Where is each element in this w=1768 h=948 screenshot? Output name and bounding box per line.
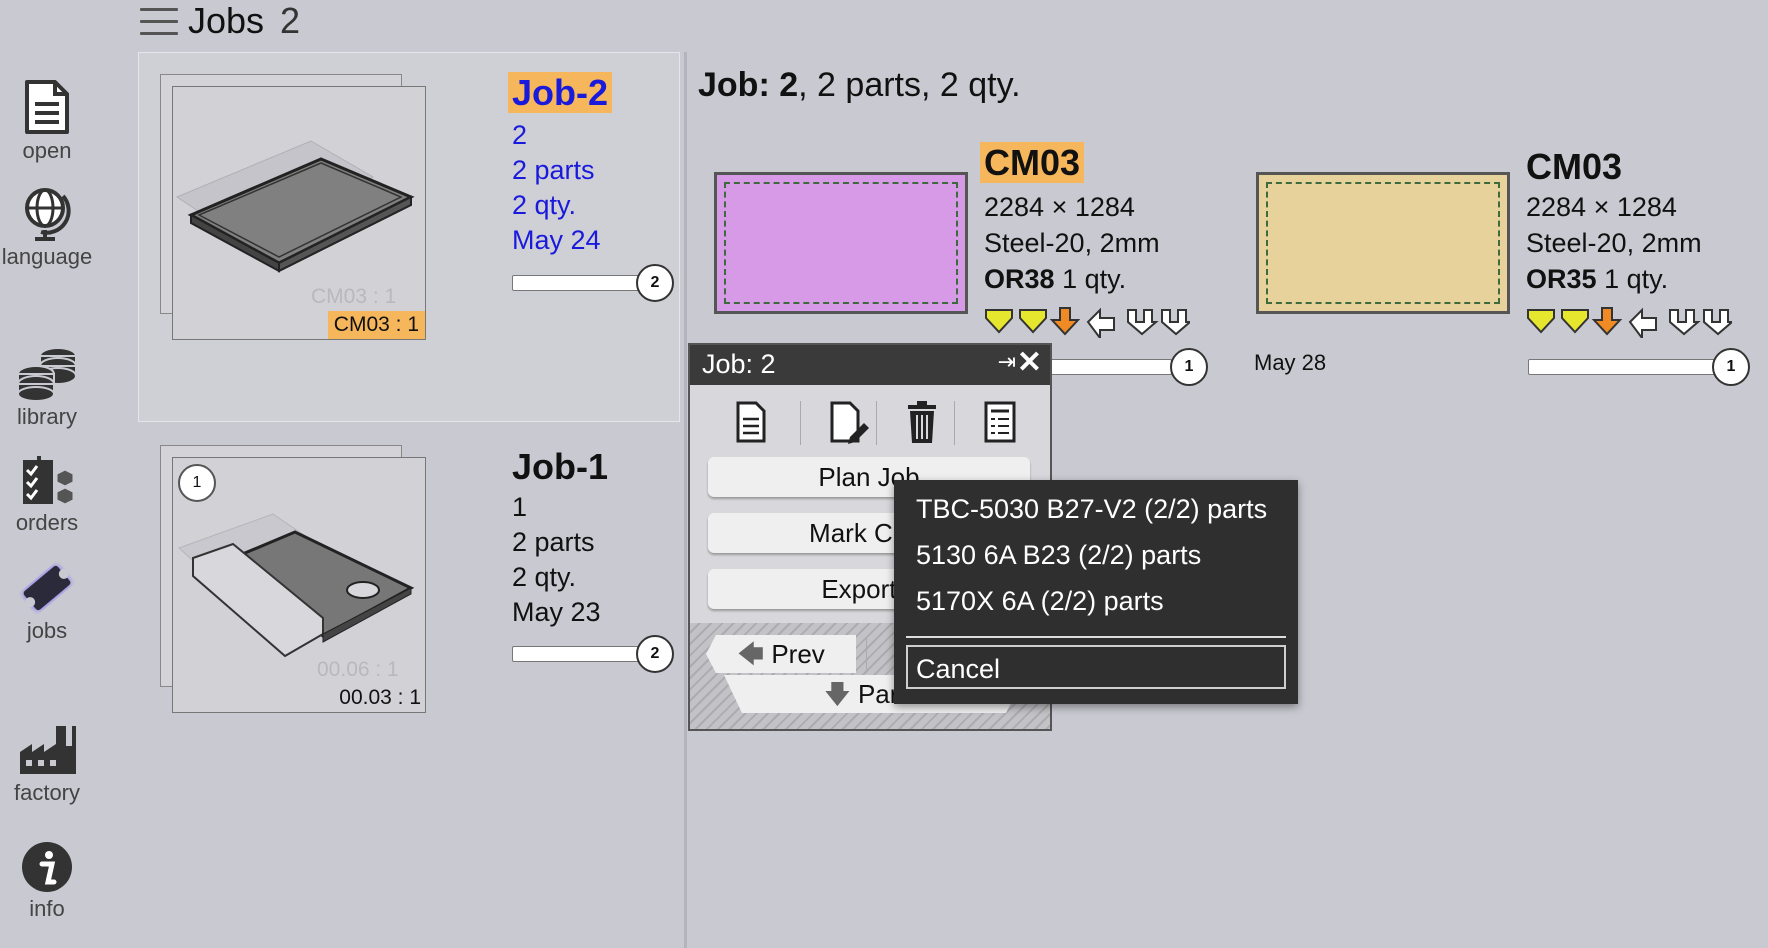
part-name-text: CM03 (980, 142, 1085, 183)
job-name-text: Job-2 (508, 72, 613, 113)
job-progress-knob[interactable]: 2 (636, 635, 674, 673)
plate-cut-outline (724, 182, 958, 304)
prev-label: Prev (771, 639, 825, 669)
thumbnail-count-badge: 1 (178, 464, 216, 502)
sidebar-label: orders (15, 510, 79, 535)
detail-title-prefix: Job: (698, 66, 770, 104)
part-order-qty: 1 qty. (1062, 264, 1127, 294)
job-progress-bar (512, 646, 640, 662)
ticket-icon (23, 565, 71, 611)
edit-document-button[interactable] (810, 397, 890, 447)
job-thumbnail[interactable]: CM03 : 1 CM03 : 1 (172, 86, 426, 340)
job-number: 2 (512, 120, 528, 150)
job-number: 1 (512, 492, 528, 522)
detail-title-number: 2 (779, 66, 799, 104)
document-icon (25, 80, 69, 134)
sidebar-item-orders[interactable]: orders (0, 452, 94, 536)
arrow-down-icon: 🡇 (824, 679, 851, 709)
sidebar-item-info[interactable]: info (0, 840, 94, 922)
sidebar-label: library (17, 404, 77, 429)
toolbar-separator (866, 637, 867, 673)
document-icon (736, 401, 766, 443)
edit-document-icon (830, 401, 869, 444)
job-date: May 24 (512, 225, 601, 255)
thumbnail-label-faint: 00.06 : 1 (317, 658, 399, 681)
plate-cut-outline (1266, 182, 1500, 304)
detail-title: Job: 2, 2 parts, 2 qty. (698, 66, 1021, 105)
sidebar-item-jobs[interactable]: jobs (0, 560, 94, 644)
popup-titlebar[interactable]: Job: 2 ⇥ ✕ (690, 345, 1050, 385)
report-icon (984, 401, 1016, 443)
pin-icon[interactable]: ⇥ (998, 349, 1016, 375)
sidebar-label: jobs (26, 618, 68, 643)
arrow-left-icon: 🡄 (737, 639, 765, 669)
part-size: 2284 × 1284 (1526, 192, 1677, 222)
popup-title: Job: 2 (702, 349, 776, 379)
thumbnail-label: 00.03 : 1 (339, 686, 421, 709)
part-plate-preview[interactable] (714, 172, 968, 314)
part-order: OR38 1 qty. (984, 264, 1126, 295)
close-icon[interactable]: ✕ (1017, 345, 1042, 380)
sidebar-label: open (22, 138, 72, 163)
sidebar-label: language (1, 244, 93, 269)
open-document-button[interactable] (710, 397, 790, 447)
menu-cancel-button[interactable]: Cancel (906, 645, 1286, 689)
job-progress-bar (512, 275, 640, 291)
job-parts: 2 parts (512, 155, 595, 185)
plan-job-context-menu: TBC-5030 B27-V2 (2/2) parts 5130 6A B23 … (894, 480, 1298, 704)
part-material: Steel-20, 2mm (1526, 228, 1702, 258)
job-name[interactable]: Job-2 (508, 72, 613, 114)
job-qty: 2 qty. (512, 190, 577, 220)
coins-stack-icon (17, 347, 77, 402)
page-title: Jobs (188, 0, 265, 41)
part-size: 2284 × 1284 (984, 192, 1135, 222)
part-progress-knob[interactable]: 1 (1712, 348, 1750, 386)
part-name[interactable]: CM03 (980, 142, 1085, 184)
thumbnail-label-faint: CM03 : 1 (311, 285, 397, 308)
sidebar-item-open[interactable]: open (0, 78, 94, 164)
toolbar-separator (954, 401, 955, 445)
sidebar-item-language[interactable]: language (0, 186, 94, 270)
part-name[interactable]: CM03 (1526, 146, 1622, 188)
globe-icon (25, 188, 71, 241)
job-date: May 23 (512, 597, 601, 627)
sidebar-item-library[interactable]: library (0, 344, 94, 430)
sidebar-item-factory[interactable]: factory (0, 722, 94, 806)
job-progress-knob[interactable]: 2 (636, 264, 674, 302)
part-progress-bar (1048, 359, 1172, 375)
job-name[interactable]: Job-1 (512, 446, 608, 488)
part-order: OR35 1 qty. (1526, 264, 1668, 295)
panel-divider[interactable] (684, 52, 687, 948)
sidebar-label: info (29, 896, 65, 921)
toolbar-separator (800, 401, 801, 445)
part-plate-preview[interactable] (1256, 172, 1510, 314)
thumbnail-label: CM03 : 1 (327, 311, 425, 339)
menu-hamburger-icon[interactable] (140, 8, 178, 36)
part-operation-arrows-icon[interactable] (984, 306, 1190, 338)
job-qty: 2 qty. (512, 562, 577, 592)
sidebar-label: factory (13, 780, 81, 805)
parts-label: Par (857, 679, 899, 709)
info-icon (22, 842, 72, 892)
prev-button[interactable]: 🡄 Prev (706, 635, 856, 673)
part-order-id: OR38 (984, 264, 1055, 294)
menu-item-plan-option[interactable]: 5170X 6A (2/2) parts (916, 586, 1164, 617)
menu-separator (906, 636, 1286, 638)
part-progress-bar (1528, 359, 1732, 375)
factory-icon (20, 726, 76, 774)
menu-item-plan-option[interactable]: TBC-5030 B27-V2 (2/2) parts (916, 494, 1267, 525)
part-progress-knob[interactable]: 1 (1170, 348, 1208, 386)
job-parts: 2 parts (512, 527, 595, 557)
detail-title-rest: , 2 parts, 2 qty. (798, 66, 1021, 104)
toolbar-separator (876, 401, 877, 445)
part-date: May 28 (1254, 350, 1327, 375)
part-order-qty: 1 qty. (1604, 264, 1669, 294)
page-count: 2 (280, 0, 301, 41)
part-order-id: OR35 (1526, 264, 1597, 294)
menu-item-plan-option[interactable]: 5130 6A B23 (2/2) parts (916, 540, 1201, 571)
part-operation-arrows-icon[interactable] (1526, 306, 1732, 338)
report-button[interactable] (964, 397, 1044, 447)
part-material: Steel-20, 2mm (984, 228, 1160, 258)
orders-checklist-icon (23, 456, 74, 505)
